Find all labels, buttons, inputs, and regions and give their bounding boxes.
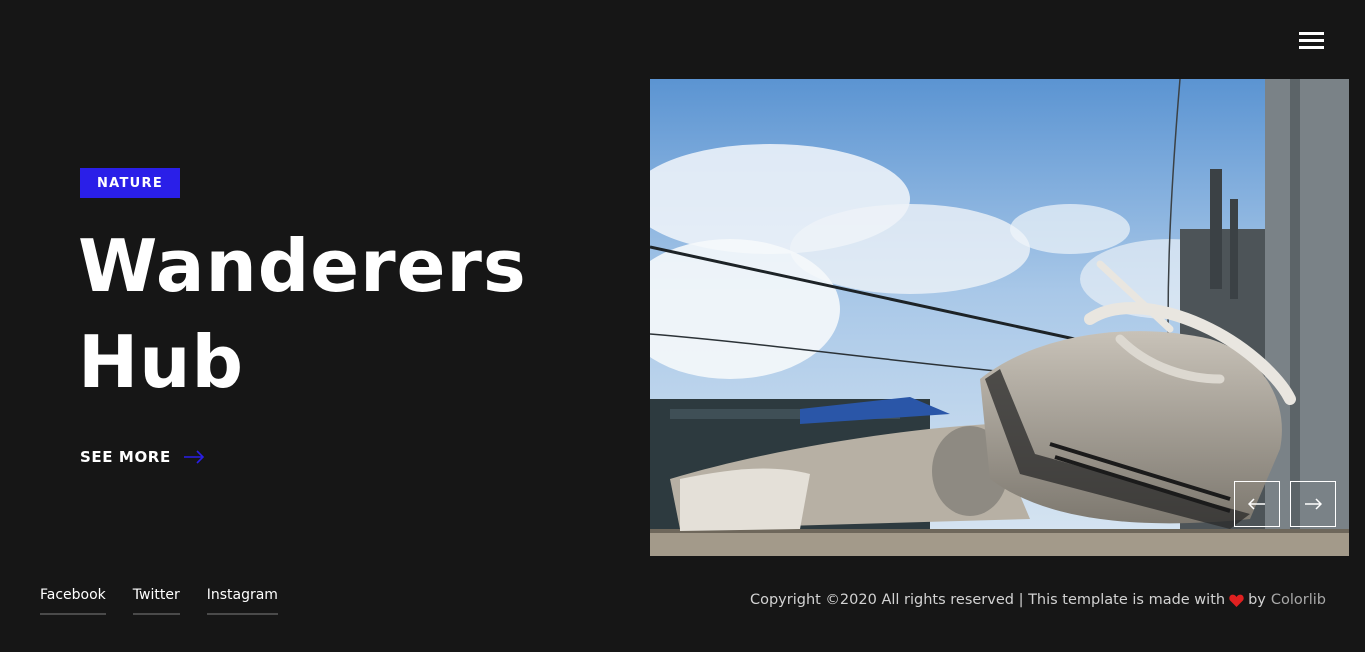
social-links: Facebook Twitter Instagram [40, 585, 278, 615]
arrow-right-icon [1305, 498, 1322, 510]
hamburger-line [1299, 46, 1324, 49]
hero-title-line2: Hub [78, 320, 245, 404]
arrow-left-icon [1248, 498, 1265, 510]
colorlib-link[interactable]: Colorlib [1271, 590, 1326, 610]
slider-next-button[interactable] [1290, 481, 1336, 527]
arrow-right-icon [183, 450, 204, 464]
hamburger-line [1299, 32, 1324, 35]
hamburger-line [1299, 39, 1324, 42]
hamburger-menu-icon[interactable] [1299, 30, 1327, 52]
instagram-link[interactable]: Instagram [206, 585, 278, 615]
facebook-link[interactable]: Facebook [40, 585, 106, 615]
category-badge[interactable]: NATURE [80, 168, 180, 198]
see-more-label: SEE MORE [80, 448, 171, 466]
see-more-link[interactable]: SEE MORE [80, 445, 205, 469]
by-text: by [1248, 592, 1266, 608]
page: NATURE Wanderers Hub SEE MORE Facebook T… [0, 0, 1365, 652]
twitter-link[interactable]: Twitter [132, 585, 180, 615]
hero-title-line1: Wanderers [78, 224, 527, 308]
slider-prev-button[interactable] [1234, 481, 1280, 527]
copyright: Copyright ©2020 All rights reserved | Th… [750, 590, 1326, 610]
hero-title: Wanderers Hub [78, 218, 598, 410]
copyright-text: Copyright ©2020 All rights reserved | Th… [749, 592, 1226, 608]
heart-icon [1229, 594, 1244, 607]
